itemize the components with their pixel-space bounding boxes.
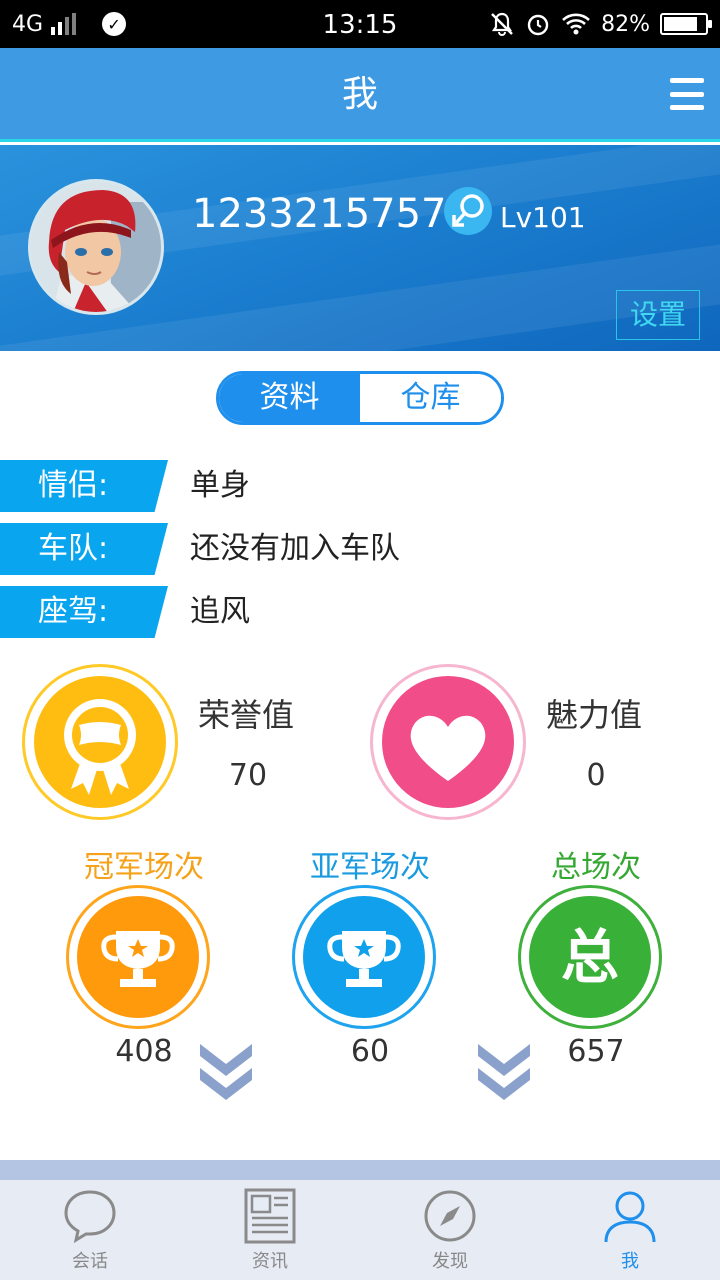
mute-bell-icon [491, 12, 513, 36]
nav-item-discover[interactable]: 发现 [390, 1180, 510, 1280]
info-row-team: 车队: 还没有加入车队 [0, 523, 720, 575]
user-level: Lv101 [500, 201, 586, 234]
nav-divider [0, 1160, 720, 1180]
tab-profile[interactable]: 资料 [219, 374, 360, 422]
user-icon [604, 1191, 656, 1243]
silver-trophy-icon [303, 896, 425, 1018]
profile-tabs: 资料 仓库 [216, 371, 504, 425]
compass-icon [424, 1190, 476, 1242]
profile-banner: 12332157578 Lv101 设置 [0, 145, 720, 351]
nav-item-chat[interactable]: 会话 [30, 1180, 150, 1280]
news-icon [244, 1188, 296, 1244]
champion-badge[interactable] [66, 885, 210, 1029]
nav-item-news[interactable]: 资讯 [210, 1180, 330, 1280]
info-row-vehicle: 座驾: 追风 [0, 586, 720, 638]
info-value: 还没有加入车队 [190, 531, 400, 566]
gold-trophy-icon [77, 896, 199, 1018]
total-glyph: 总 [561, 923, 619, 991]
avatar-image [31, 182, 161, 312]
info-label: 情侣: [0, 460, 168, 512]
bottom-nav: 会话 资讯 发现 我 [0, 1180, 720, 1280]
double-chevron-down-icon[interactable] [476, 1042, 532, 1102]
charm-badge[interactable] [370, 664, 526, 820]
honor-value: 70 [228, 758, 268, 793]
total-count: 657 [567, 1034, 625, 1069]
status-bar: 4G ✓ 13:15 82% [0, 0, 720, 48]
heart-icon [382, 676, 514, 808]
battery-icon [660, 13, 712, 35]
runner-up-count: 60 [350, 1034, 390, 1069]
info-row-couple: 情侣: 单身 [0, 460, 720, 512]
status-right: 82% [489, 0, 712, 48]
nav-label: 资讯 [252, 1251, 288, 1272]
honor-badge[interactable] [22, 664, 178, 820]
info-value: 单身 [190, 468, 250, 503]
charm-title: 魅力值 [546, 696, 643, 734]
username: 12332157578 [192, 191, 472, 237]
hamburger-menu-icon[interactable] [670, 78, 704, 110]
info-label: 座驾: [0, 586, 168, 638]
chat-bubble-icon [64, 1190, 116, 1244]
nav-label: 会话 [72, 1251, 108, 1272]
charm-value: 0 [586, 758, 606, 793]
total-badge[interactable]: 总 [518, 885, 662, 1029]
double-chevron-down-icon[interactable] [198, 1042, 254, 1102]
total-badge-icon: 总 [529, 896, 651, 1018]
runner-up-title: 亚军场次 [310, 850, 430, 885]
nav-item-me[interactable]: 我 [570, 1180, 690, 1280]
app-header: 我 [0, 48, 720, 142]
battery-percent: 82% [601, 11, 650, 37]
honor-medal-icon [34, 676, 166, 808]
nav-label: 发现 [432, 1251, 468, 1272]
tab-warehouse[interactable]: 仓库 [360, 374, 501, 422]
page-title: 我 [341, 74, 378, 115]
info-label: 车队: [0, 523, 168, 575]
total-title: 总场次 [551, 850, 641, 885]
avatar[interactable] [28, 179, 164, 315]
info-value: 追风 [190, 594, 250, 629]
runner-up-badge[interactable] [292, 885, 436, 1029]
nav-label: 我 [621, 1251, 639, 1272]
male-symbol-icon [444, 187, 492, 235]
wifi-icon [562, 13, 590, 35]
honor-title: 荣誉值 [198, 696, 295, 734]
settings-button[interactable]: 设置 [616, 290, 700, 340]
alarm-icon [527, 14, 549, 36]
champion-title: 冠军场次 [84, 850, 204, 885]
